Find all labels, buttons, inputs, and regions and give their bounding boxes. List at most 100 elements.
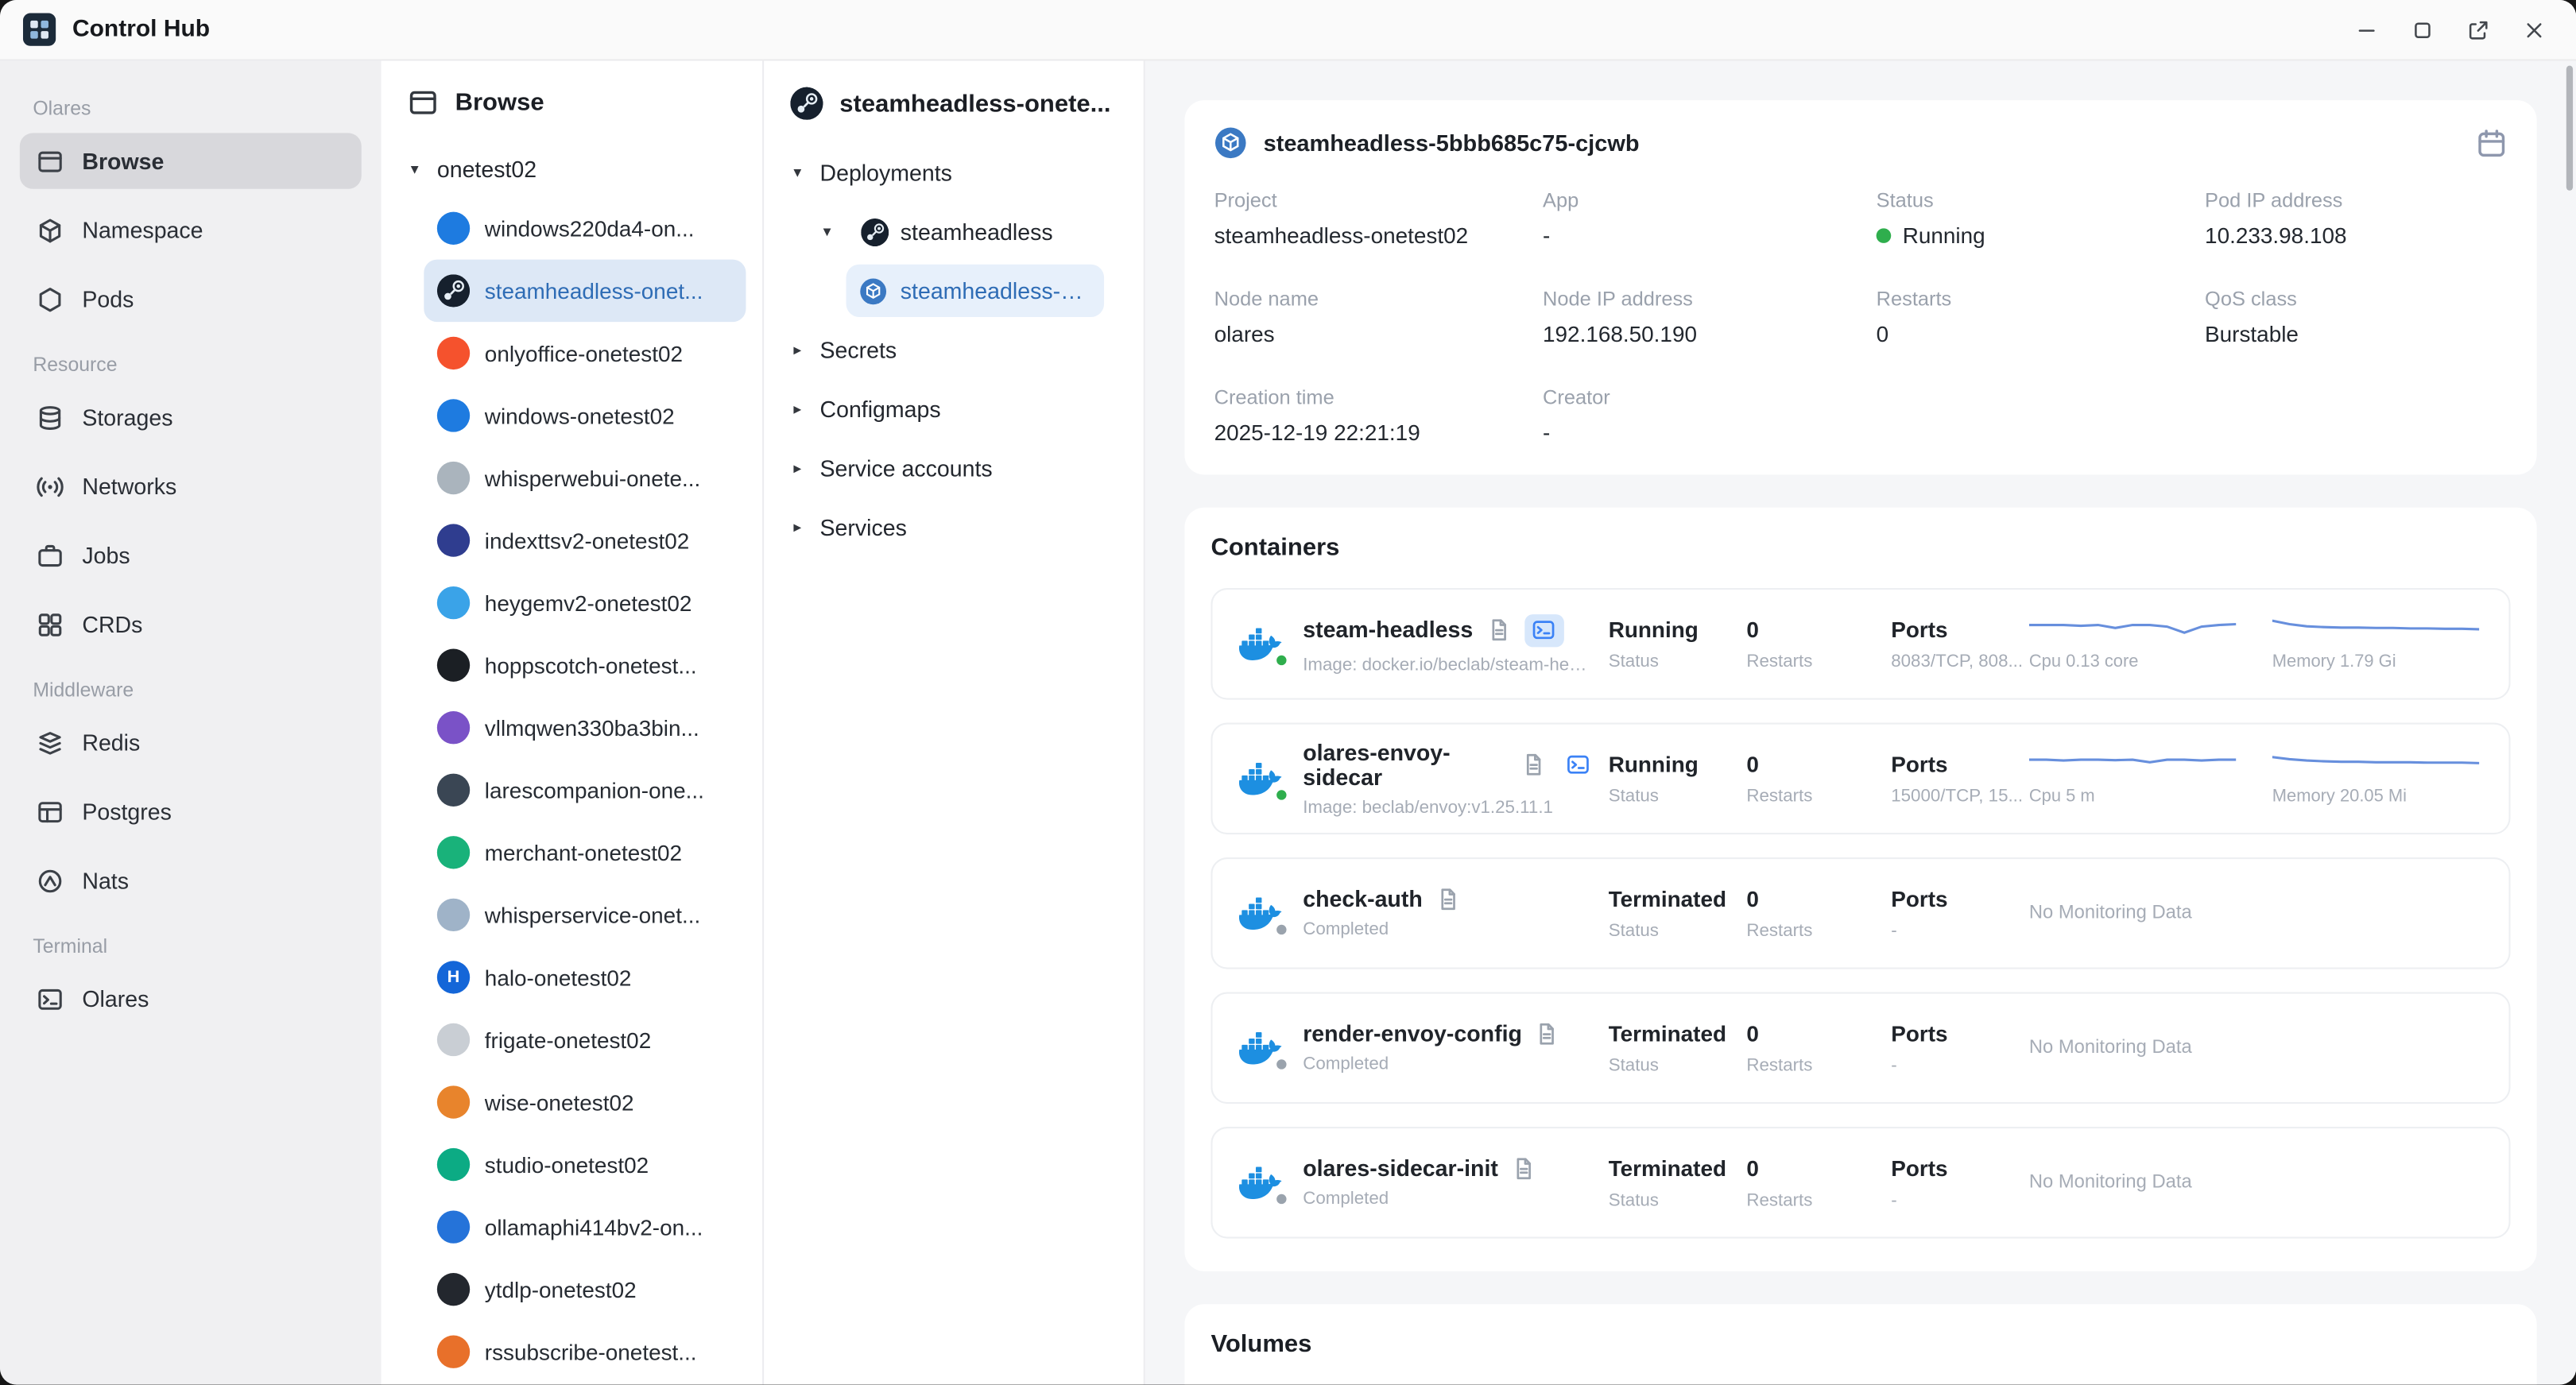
sidebar-item-label: CRDs <box>82 612 142 636</box>
container-terminal-button[interactable] <box>1559 749 1595 781</box>
sidebar-item-pods[interactable]: Pods <box>20 271 362 327</box>
minimize-button[interactable] <box>2354 17 2379 42</box>
tree-node-label: Secrets <box>819 338 897 362</box>
containers-card: Containers steam-headlessImage: docker.i… <box>1184 508 2536 1271</box>
container-restarts-value: 0 <box>1746 752 1891 776</box>
pod-field-app: App- <box>1543 189 1877 248</box>
app-item-ollamaphi414bv2-on[interactable]: ollamaphi414bv2-on... <box>424 1196 746 1259</box>
tree-node-onetest02[interactable]: ▾ onetest02 <box>382 141 763 197</box>
field-value: 10.233.98.108 <box>2205 223 2507 248</box>
tree-node-steamheadless[interactable]: ▾steamheadless <box>764 202 1144 261</box>
app-icon <box>437 462 470 494</box>
container-status: TerminatedStatus <box>1609 886 1747 940</box>
app-item-merchant-onetest02[interactable]: merchant-onetest02 <box>424 822 746 884</box>
tree-node-secrets[interactable]: ▸Secrets <box>764 320 1144 379</box>
sidebar-item-label: Nats <box>82 868 129 892</box>
container-log-icon[interactable] <box>1435 887 1460 911</box>
container-status-dot <box>1273 1191 1290 1208</box>
volumes-title: Volumes <box>1211 1330 2510 1358</box>
container-log-icon[interactable] <box>1486 617 1511 642</box>
sidebar-item-browse[interactable]: Browse <box>20 133 362 188</box>
pod-field-project: Projectsteamheadless-onetest02 <box>1214 189 1543 248</box>
container-ports-value: Ports <box>1891 1155 2029 1180</box>
app-item-frigate-onetest02[interactable]: frigate-onetest02 <box>424 1008 746 1071</box>
tree-node-service-accounts[interactable]: ▸Service accounts <box>764 439 1144 497</box>
container-status-value: Terminated <box>1609 1021 1747 1046</box>
maximize-button[interactable] <box>2410 17 2435 42</box>
tree-node-steamheadless-5[interactable]: steamheadless-5... <box>846 265 1105 317</box>
scrollbar[interactable] <box>2566 66 2573 191</box>
app-item-label: rssubscribe-onetest... <box>485 1340 697 1364</box>
app-item-studio-onetest02[interactable]: studio-onetest02 <box>424 1133 746 1196</box>
app-icon <box>437 1336 470 1368</box>
sidebar-item-namespace[interactable]: Namespace <box>20 202 362 257</box>
container-terminal-button[interactable] <box>1524 613 1563 646</box>
app-item-wise-onetest02[interactable]: wise-onetest02 <box>424 1071 746 1134</box>
app-item-hoppscotch-onetest[interactable]: hoppscotch-onetest... <box>424 634 746 697</box>
tree-node-configmaps[interactable]: ▸Configmaps <box>764 380 1144 439</box>
app-item-rssubscribe-onetest[interactable]: rssubscribe-onetest... <box>424 1321 746 1383</box>
sidebar-section-resource: Resource <box>33 353 348 376</box>
container-name-line: render-envoy-config <box>1303 1022 1595 1046</box>
container-restarts-label: Restarts <box>1746 921 1891 941</box>
app-item-steamheadless-onet[interactable]: steamheadless-onet... <box>424 260 746 323</box>
close-button[interactable] <box>2522 17 2547 42</box>
terminal-icon <box>1565 752 1590 777</box>
container-ports: Ports- <box>1891 1021 2029 1075</box>
app-icon <box>437 274 470 307</box>
container-name: check-auth <box>1303 887 1423 911</box>
pod-card-header: steamheadless-5bbb685c75-cjcwb <box>1214 126 2508 159</box>
sidebar-item-postgres[interactable]: Postgres <box>20 783 362 839</box>
app-item-halo-onetest02[interactable]: Hhalo-onetest02 <box>424 946 746 1009</box>
tree-node-services[interactable]: ▸Services <box>764 497 1144 556</box>
app-item-label: whisperwebui-onete... <box>485 466 700 490</box>
app-item-windows-onetest02[interactable]: windows-onetest02 <box>424 385 746 447</box>
namespace-tree: ▾ onetest02 windows220da4-on...steamhead… <box>382 135 763 1385</box>
app-icon <box>437 337 470 369</box>
container-row-check-auth: check-authCompletedTerminatedStatus0Rest… <box>1211 857 2510 969</box>
container-log-icon[interactable] <box>1535 1022 1559 1046</box>
app-item-onlyoffice-onetest02[interactable]: onlyoffice-onetest02 <box>424 322 746 385</box>
sidebar-item-label: Storages <box>82 405 172 430</box>
container-ports: Ports8083/TCP, 808... <box>1891 617 2029 671</box>
open-in-new-button[interactable] <box>2466 17 2491 42</box>
sidebar-item-storages[interactable]: Storages <box>20 389 362 445</box>
app-item-ytdlp-onetest02[interactable]: ytdlp-onetest02 <box>424 1258 746 1321</box>
app-item-indexttsv2-onetest02[interactable]: indexttsv2-onetest02 <box>424 509 746 572</box>
nats-icon <box>36 866 64 894</box>
running-status-dot <box>1877 228 1892 243</box>
browse-icon <box>408 87 439 118</box>
container-row-steam-headless: steam-headlessImage: docker.io/beclab/st… <box>1211 588 2510 700</box>
sidebar-item-jobs[interactable]: Jobs <box>20 528 362 583</box>
sidebar-item-olares[interactable]: Olares <box>20 971 362 1027</box>
container-log-icon[interactable] <box>1511 1156 1536 1181</box>
field-label: QoS class <box>2205 288 2507 311</box>
app-item-vllmqwen330ba3bin[interactable]: vllmqwen330ba3bin... <box>424 696 746 759</box>
app-item-heygemv2-onetest02[interactable]: heygemv2-onetest02 <box>424 571 746 634</box>
container-status-label: Status <box>1609 1055 1747 1075</box>
caret-right-icon: ▸ <box>793 518 819 536</box>
container-restarts: 0Restarts <box>1746 886 1891 940</box>
caret-right-icon: ▸ <box>793 400 819 418</box>
pod-events-button[interactable] <box>2476 127 2507 158</box>
app-item-label: whisperservice-onet... <box>485 903 700 927</box>
app-item-whisperwebui-onete[interactable]: whisperwebui-onete... <box>424 447 746 509</box>
container-name-line: steam-headless <box>1303 613 1595 646</box>
tree-node-deployments[interactable]: ▾Deployments <box>764 143 1144 202</box>
sidebar-item-crds[interactable]: CRDs <box>20 596 362 652</box>
container-log-icon[interactable] <box>1522 752 1547 777</box>
sidebar-item-networks[interactable]: Networks <box>20 458 362 514</box>
container-name-block: steam-headlessImage: docker.io/beclab/st… <box>1303 613 1608 674</box>
sidebar-item-redis[interactable]: Redis <box>20 714 362 770</box>
app-item-whisperservice-onet[interactable]: whisperservice-onet... <box>424 884 746 946</box>
field-label: Status <box>1877 189 2205 212</box>
container-restarts: 0Restarts <box>1746 752 1891 806</box>
app-icon <box>437 524 470 556</box>
sidebar-item-nats[interactable]: Nats <box>20 853 362 908</box>
browse-panel: Browse ▾ onetest02 windows220da4-on...st… <box>382 60 765 1384</box>
app-item-larescompanion-one[interactable]: larescompanion-one... <box>424 759 746 822</box>
resource-panel-header: steamheadless-onete... <box>764 60 1144 136</box>
volumes-card: Volumes <box>1184 1304 2536 1384</box>
app-item-windows220da4-on[interactable]: windows220da4-on... <box>424 197 746 260</box>
pod-icon <box>1214 126 1247 159</box>
